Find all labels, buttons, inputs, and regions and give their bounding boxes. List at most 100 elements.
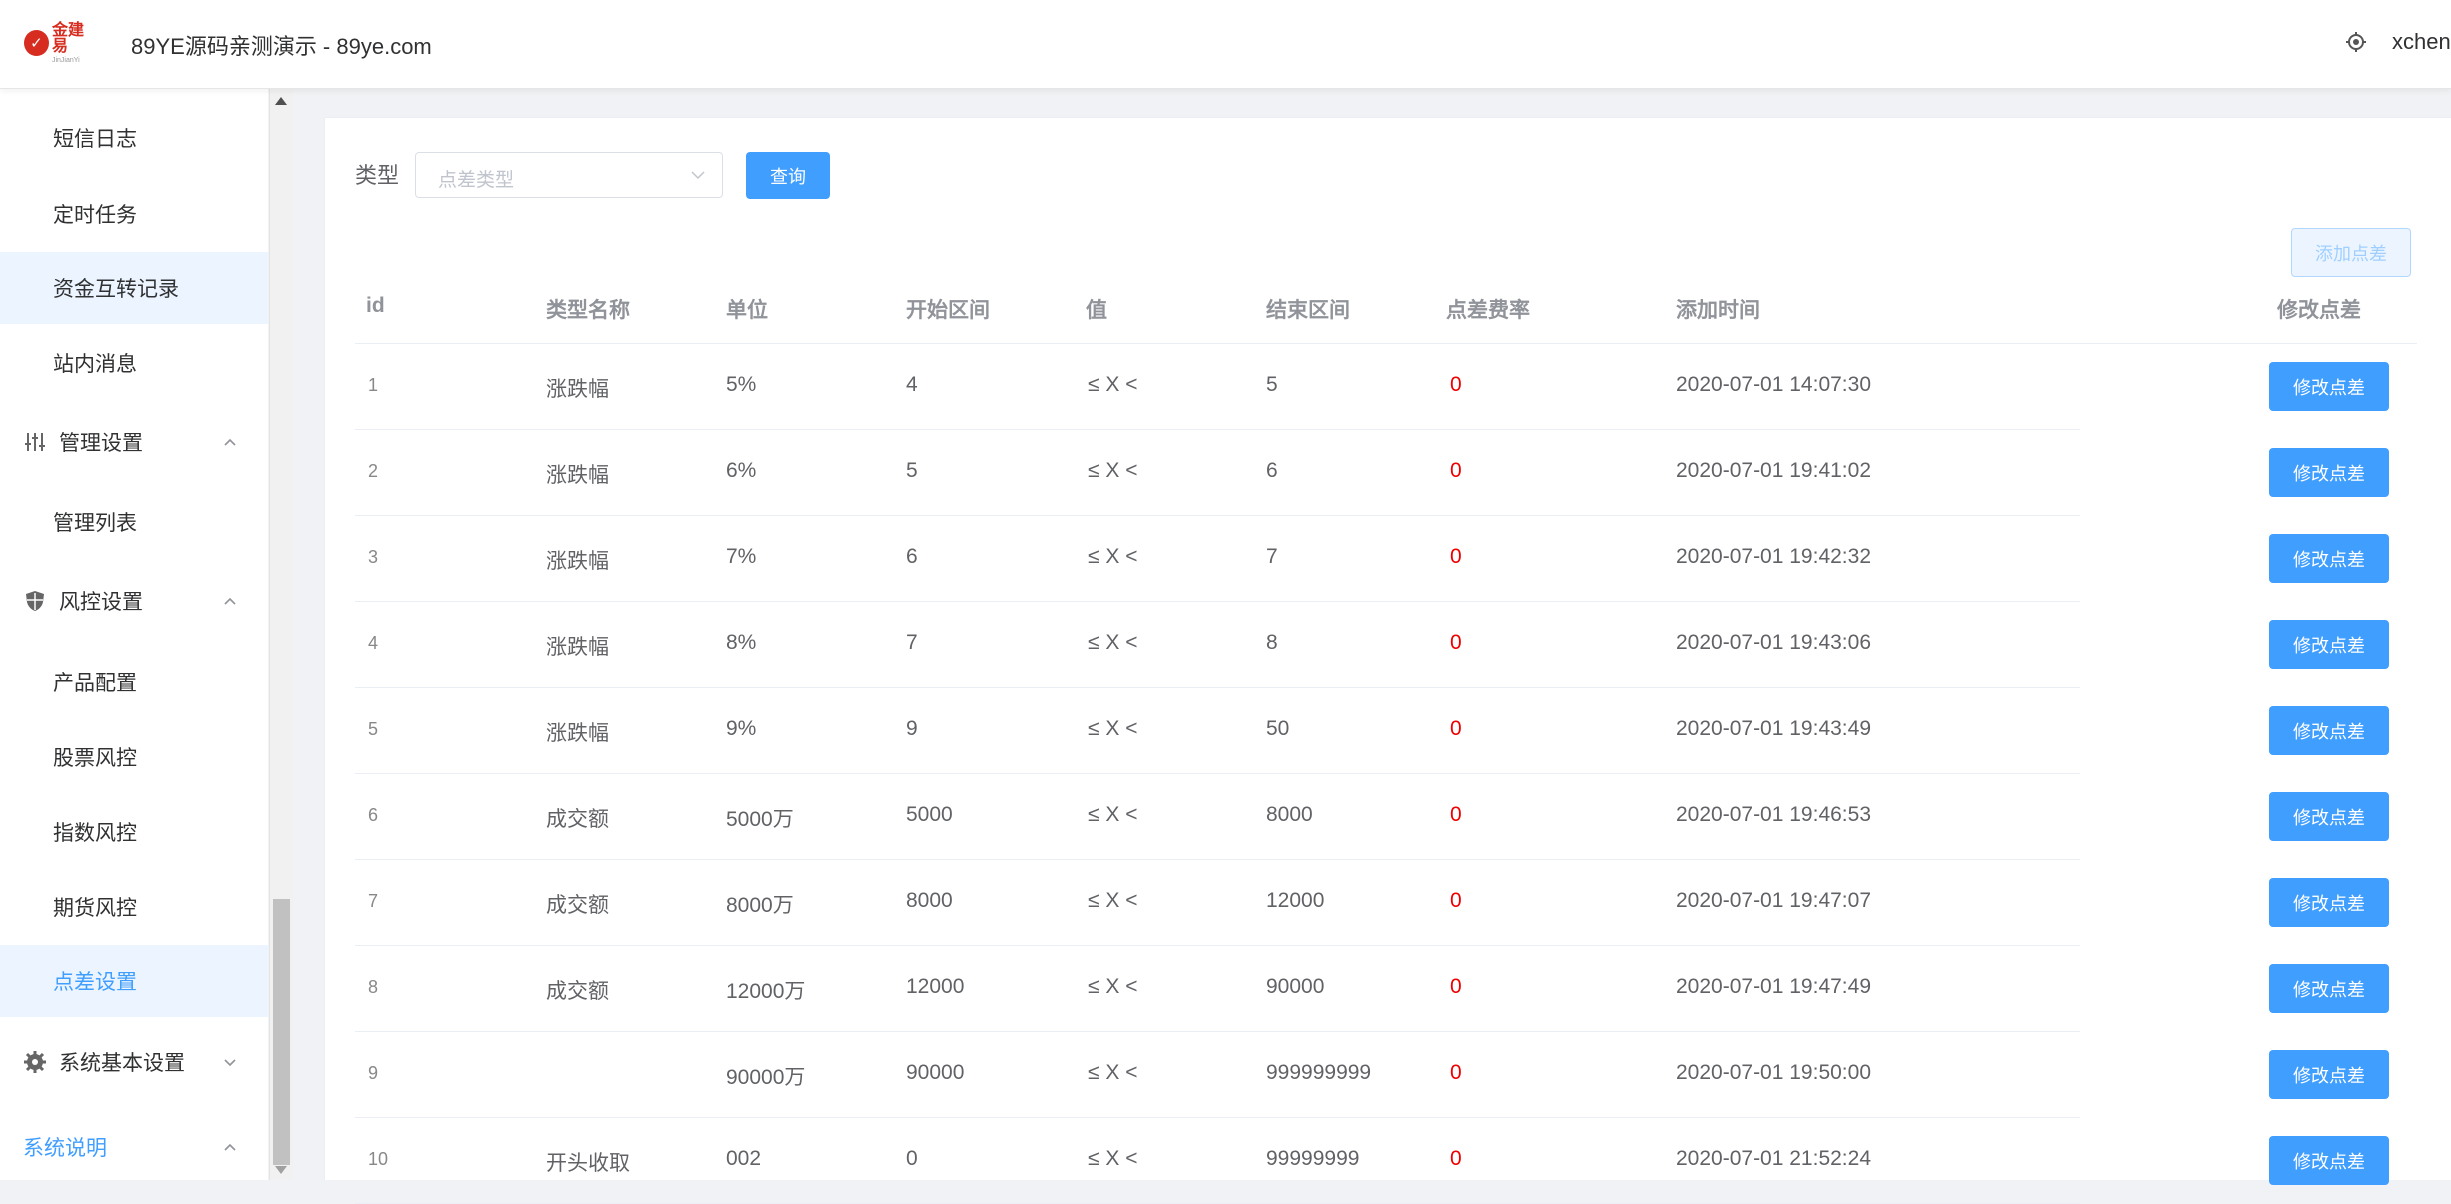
sidebar-item-product-config[interactable]: 产品配置 (0, 646, 268, 718)
sidebar-item-site-messages[interactable]: 站内消息 (0, 327, 268, 399)
cell-unit: 90000万 (726, 1066, 806, 1089)
edit-spread-button[interactable]: 修改点差 (2269, 878, 2389, 927)
cell-range-start: 4 (906, 373, 918, 396)
scroll-down-arrow-icon[interactable] (275, 1166, 287, 1174)
cell-spread-rate: 0 (1450, 545, 1462, 568)
sidebar-group-risk-settings[interactable]: 风控设置 (0, 565, 268, 637)
table-row: 9 90000万 90000 ≤ X < 999999999 0 2020-07-01 19… (355, 1032, 2417, 1118)
cell-range-start: 6 (906, 545, 918, 568)
cell-value: ≤ X < (1088, 373, 1138, 396)
edit-spread-button[interactable]: 修改点差 (2269, 448, 2389, 497)
cell-spread-rate: 0 (1450, 459, 1462, 482)
cell-id: 6 (368, 805, 379, 825)
cell-unit: 6% (726, 459, 757, 482)
chevron-up-icon (224, 1143, 236, 1151)
table-header: id 类型名称 单位 开始区间 值 结束区间 点差费率 添加时间 修改点差 (355, 272, 2417, 344)
shield-icon (26, 591, 44, 611)
sidebar-item-label: 资金互转记录 (53, 278, 179, 301)
spread-type-select[interactable]: 点差类型 (415, 152, 723, 198)
top-header: ✓ 金建易 JinJianYi 89YE源码亲测演示 - 89ye.com xc… (0, 0, 2451, 89)
cell-spread-rate: 0 (1450, 803, 1462, 826)
cell-range-end: 90000 (1266, 975, 1325, 998)
sidebar-scrollbar[interactable] (269, 89, 293, 1180)
column-header-unit: 单位 (726, 299, 768, 322)
cell-added-time: 2020-07-01 19:47:07 (1676, 889, 1871, 912)
cell-added-time: 2020-07-01 19:46:53 (1676, 803, 1871, 826)
query-button[interactable]: 查询 (746, 152, 830, 199)
sidebar-item-fund-transfer[interactable]: 资金互转记录 (0, 252, 268, 324)
add-spread-button[interactable]: 添加点差 (2291, 228, 2411, 277)
sidebar-group-admin-settings[interactable]: 管理设置 (0, 406, 268, 478)
cell-range-end: 8000 (1266, 803, 1313, 826)
gear-icon[interactable] (2344, 30, 2368, 54)
cell-value: ≤ X < (1088, 1061, 1138, 1084)
cell-added-time: 2020-07-01 19:43:49 (1676, 717, 1871, 740)
logo-mark-icon: ✓ (24, 30, 49, 56)
cell-unit: 5% (726, 373, 757, 396)
sidebar-item-futures-risk[interactable]: 期货风控 (0, 871, 268, 943)
cell-added-time: 2020-07-01 19:50:00 (1676, 1061, 1871, 1084)
cell-id: 4 (368, 633, 379, 653)
sidebar-item-sms-log[interactable]: 短信日志 (0, 102, 268, 174)
cell-range-end: 7 (1266, 545, 1278, 568)
cell-id: 10 (368, 1149, 389, 1169)
scroll-up-arrow-icon[interactable] (275, 97, 287, 105)
cell-unit: 9% (726, 717, 757, 740)
edit-spread-button[interactable]: 修改点差 (2269, 706, 2389, 755)
sidebar-group-label: 管理设置 (59, 432, 143, 455)
cell-value: ≤ X < (1088, 459, 1138, 482)
cell-type-name: 成交额 (546, 894, 609, 917)
sidebar-item-label: 期货风控 (53, 897, 137, 920)
cell-id: 9 (368, 1063, 379, 1083)
cell-range-end: 5 (1266, 373, 1278, 396)
column-header-edit: 修改点差 (2277, 299, 2361, 322)
chevron-down-icon (691, 171, 705, 180)
chevron-up-icon (224, 597, 236, 605)
cell-unit: 002 (726, 1147, 762, 1170)
sidebar-item-index-risk[interactable]: 指数风控 (0, 796, 268, 868)
sidebar-item-system-help[interactable]: 系统说明 (0, 1111, 268, 1180)
edit-spread-button[interactable]: 修改点差 (2269, 1136, 2389, 1185)
sidebar-group-label: 风控设置 (59, 591, 143, 614)
column-header-range-end: 结束区间 (1266, 299, 1350, 322)
cell-added-time: 2020-07-01 14:07:30 (1676, 373, 1871, 396)
sidebar-group-label: 系统基本设置 (59, 1052, 185, 1075)
cell-range-start: 7 (906, 631, 918, 654)
cell-id: 7 (368, 891, 379, 911)
sidebar-item-label: 系统说明 (23, 1137, 107, 1160)
sidebar-group-system-settings[interactable]: 系统基本设置 (0, 1026, 268, 1098)
logo-cn-text: 金建易 (51, 21, 84, 55)
logo-en-text: JinJianYi (51, 56, 80, 64)
cell-range-end: 8 (1266, 631, 1278, 654)
cell-range-start: 0 (906, 1147, 918, 1170)
brand-logo[interactable]: ✓ 金建易 JinJianYi (24, 21, 98, 64)
column-header-range-start: 开始区间 (906, 299, 990, 322)
sidebar-item-stock-risk[interactable]: 股票风控 (0, 721, 268, 793)
edit-spread-button[interactable]: 修改点差 (2269, 964, 2389, 1013)
edit-spread-button[interactable]: 修改点差 (2269, 534, 2389, 583)
cell-range-end: 12000 (1266, 889, 1325, 912)
user-name[interactable]: xchen (2392, 29, 2451, 55)
sidebar-item-scheduled-tasks[interactable]: 定时任务 (0, 178, 268, 250)
cell-value: ≤ X < (1088, 803, 1138, 826)
site-title: 89YE源码亲测演示 - 89ye.com (131, 34, 432, 59)
edit-spread-button[interactable]: 修改点差 (2269, 620, 2389, 669)
table-row: 6 成交额 5000万 5000 ≤ X < 8000 0 2020-07-01 19:46:… (355, 774, 2417, 860)
column-header-spread-rate: 点差费率 (1446, 299, 1530, 322)
sidebar-item-label: 点差设置 (53, 971, 137, 994)
sidebar-item-spread-settings[interactable]: 点差设置 (0, 945, 268, 1017)
sidebar-item-label: 短信日志 (53, 128, 137, 151)
sidebar-item-label: 股票风控 (53, 747, 137, 770)
column-header-type-name: 类型名称 (546, 299, 630, 322)
cell-type-name: 涨跌幅 (546, 722, 609, 745)
cell-range-end: 50 (1266, 717, 1290, 740)
cell-range-end: 999999999 (1266, 1061, 1372, 1084)
sidebar-item-admin-list[interactable]: 管理列表 (0, 486, 268, 558)
cell-range-start: 5000 (906, 803, 953, 826)
cell-type-name: 涨跌幅 (546, 378, 609, 401)
scrollbar-thumb[interactable] (273, 899, 290, 1165)
edit-spread-button[interactable]: 修改点差 (2269, 1050, 2389, 1099)
table-row: 1 涨跌幅 5% 4 ≤ X < 5 0 2020-07-01 14:07:30 修改点差 (355, 344, 2417, 430)
edit-spread-button[interactable]: 修改点差 (2269, 362, 2389, 411)
edit-spread-button[interactable]: 修改点差 (2269, 792, 2389, 841)
